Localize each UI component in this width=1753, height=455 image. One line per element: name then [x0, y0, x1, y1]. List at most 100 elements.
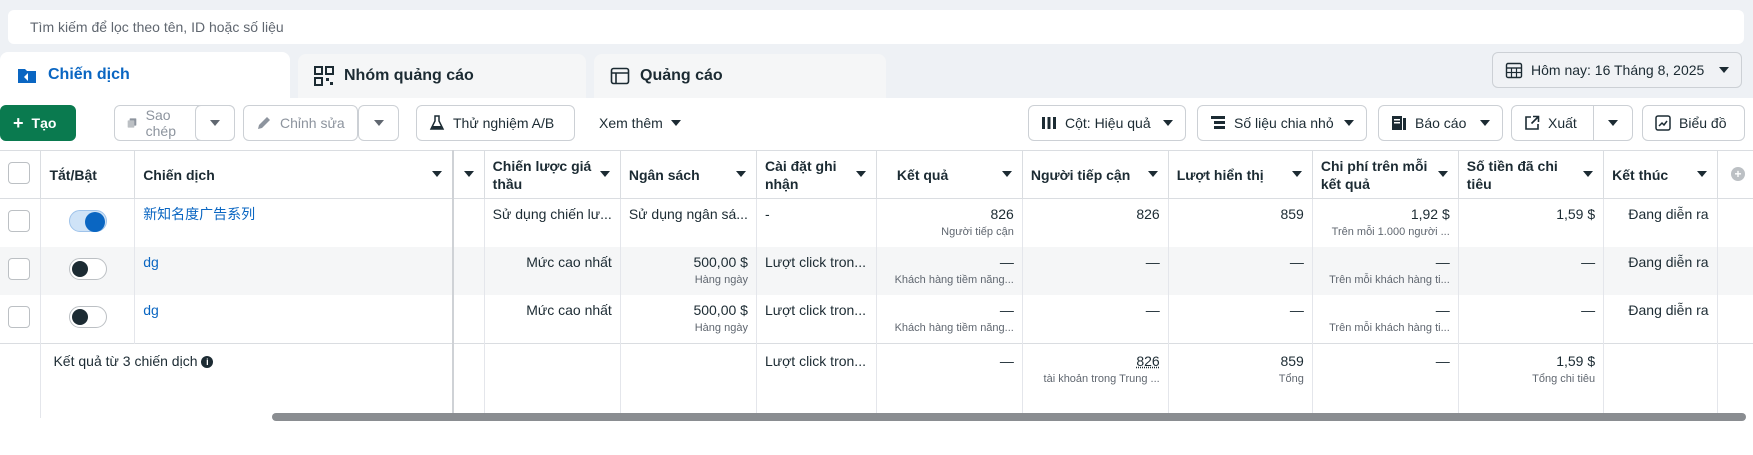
cost-per-result-sub: Trên mỗi khách hàng ti... — [1329, 274, 1450, 286]
chevron-down-icon[interactable] — [599, 171, 610, 177]
toggle-knob — [71, 261, 88, 277]
breakdown-button[interactable]: Số liệu chia nhỏ — [1197, 105, 1367, 141]
copy-icon — [127, 118, 137, 128]
row-checkbox[interactable] — [8, 306, 30, 328]
chevron-down-icon[interactable] — [1437, 171, 1448, 177]
col-attribution[interactable]: Cài đặt ghi nhận — [756, 150, 877, 199]
horizontal-scrollbar[interactable] — [272, 413, 1746, 421]
results-cell: 826 — [990, 206, 1014, 222]
cost-per-result-sub: Trên mỗi khách hàng ti... — [1329, 322, 1450, 334]
top-strip — [0, 0, 1753, 8]
summary-amount-spent: 1,59 $ — [1556, 353, 1596, 369]
reports-button[interactable]: Báo cáo — [1378, 105, 1503, 141]
columns-icon — [1042, 117, 1056, 129]
export-button[interactable]: Xuất — [1511, 105, 1633, 141]
col-reach-label: Người tiếp cận — [1030, 166, 1131, 183]
col-impressions[interactable]: Lượt hiển thị — [1168, 150, 1313, 199]
columns-button[interactable]: Cột: Hiệu quả — [1028, 105, 1186, 141]
reach-cell: — — [1145, 254, 1160, 270]
chart-label: Biểu đồ — [1679, 115, 1727, 131]
chevron-down-icon[interactable] — [432, 171, 443, 177]
budget-cell[interactable]: 500,00 $ — [629, 301, 748, 319]
tab-ads[interactable]: Quảng cáo — [594, 54, 886, 98]
select-all-cell — [0, 150, 42, 199]
col-toggle[interactable]: Tắt/Bật — [40, 150, 136, 199]
ab-test-button[interactable]: Thử nghiệm A/B — [416, 105, 575, 141]
edit-button[interactable]: Chỉnh sửa — [243, 105, 358, 141]
chevron-down-icon[interactable] — [1583, 171, 1594, 177]
chevron-down-icon[interactable] — [1147, 171, 1158, 177]
summary-reach-sub: tài khoản trong Trung ... — [1043, 373, 1160, 385]
toggle-knob — [84, 212, 105, 232]
budget-sub: Hàng ngày — [694, 274, 748, 286]
chevron-down-icon — [1608, 120, 1619, 126]
chevron-down-icon — [210, 120, 220, 126]
col-campaign[interactable]: Chiến dịch — [134, 150, 455, 199]
table-row[interactable]: dg Mức cao nhất 500,00 $ Hàng ngày Lượt c… — [0, 247, 1753, 295]
date-range-label: Hôm nay: 16 Tháng 8, 2025 — [1531, 62, 1705, 78]
export-dropdown[interactable] — [1594, 106, 1632, 140]
select-all-checkbox[interactable] — [8, 161, 30, 184]
chevron-down-icon[interactable] — [1696, 171, 1707, 177]
campaign-name-link[interactable]: 新知名度广告系列 — [143, 206, 255, 222]
edit-dropdown[interactable] — [358, 105, 399, 141]
chevron-down-icon[interactable] — [855, 171, 866, 177]
add-column-icon[interactable]: + — [1731, 167, 1745, 181]
campaign-toggle[interactable] — [68, 210, 107, 232]
campaign-toggle[interactable] — [68, 306, 107, 328]
campaign-toggle[interactable] — [68, 258, 107, 280]
edit-label: Chỉnh sửa — [280, 115, 345, 131]
table-row[interactable]: 新知名度广告系列 Sử dụng chiến lư... Sử dụng ngâ… — [0, 198, 1753, 247]
campaign-name-link[interactable]: dg — [143, 302, 159, 318]
col-bid-strategy-label: Chiến lược giá thầu — [492, 157, 592, 192]
chevron-down-icon[interactable] — [1001, 171, 1012, 177]
chevron-down-icon[interactable] — [735, 171, 746, 177]
attribution-cell: Lượt click tron... — [764, 254, 866, 270]
duplicate-dropdown[interactable] — [195, 105, 235, 141]
chevron-down-icon[interactable] — [463, 171, 474, 177]
report-icon — [1392, 116, 1406, 130]
chevron-down-icon[interactable] — [1291, 171, 1302, 177]
campaign-name-link[interactable]: dg — [143, 254, 159, 270]
chart-button[interactable]: Biểu đồ — [1642, 105, 1745, 141]
more-button[interactable]: Xem thêm — [587, 105, 697, 141]
search-input[interactable]: Tìm kiếm để lọc theo tên, ID hoặc số liệ… — [8, 10, 1744, 44]
grid-icon — [314, 66, 334, 86]
col-reach[interactable]: Người tiếp cận — [1022, 150, 1169, 199]
col-hidden[interactable] — [453, 150, 485, 199]
amount-spent-cell: — — [1581, 254, 1596, 270]
col-amount-spent[interactable]: Số tiền đã chi tiêu — [1458, 150, 1605, 199]
breakdown-label: Số liệu chia nhỏ — [1234, 115, 1334, 131]
cost-per-result-cell: 1,92 $ — [1410, 206, 1450, 222]
flask-icon — [429, 115, 445, 130]
chevron-down-icon — [373, 120, 384, 126]
budget-cell[interactable]: Sử dụng ngân sá... — [629, 205, 748, 223]
attribution-cell: - — [764, 206, 770, 222]
budget-cell[interactable]: 500,00 $ — [629, 253, 748, 271]
ends-cell: Đang diễn ra — [1628, 206, 1709, 222]
duplicate-label: Sao chép — [145, 107, 176, 139]
col-add[interactable]: + — [1717, 150, 1753, 199]
col-budget[interactable]: Ngân sách — [620, 150, 757, 199]
impressions-cell: 859 — [1280, 206, 1304, 222]
summary-amount-spent-sub: Tổng chi tiêu — [1532, 373, 1596, 385]
table-row[interactable]: dg Mức cao nhất 500,00 $ Hàng ngày Lượt c… — [0, 295, 1753, 344]
col-cost-per-result-label: Chi phí trên mỗi kết quả — [1320, 157, 1428, 192]
reach-cell: 826 — [1136, 206, 1160, 222]
row-checkbox[interactable] — [8, 210, 30, 232]
tab-ad-sets[interactable]: Nhóm quảng cáo — [298, 54, 586, 98]
chevron-down-icon — [1344, 120, 1354, 126]
info-icon[interactable]: i — [201, 356, 214, 369]
date-range-picker[interactable]: Hôm nay: 16 Tháng 8, 2025 — [1492, 52, 1742, 88]
cost-per-result-cell: — — [1435, 302, 1450, 318]
header-row: Tắt/Bật Chiến dịch Chiến lược giá thầu N… — [0, 150, 1753, 199]
row-checkbox[interactable] — [8, 258, 30, 280]
calendar-icon — [1505, 62, 1523, 79]
bid-strategy-cell: Mức cao nhất — [526, 302, 612, 318]
tab-campaigns[interactable]: Chiến dịch — [0, 52, 290, 98]
create-button[interactable]: + Tạo — [0, 105, 76, 141]
col-results[interactable]: Kết quả — [876, 150, 1023, 199]
col-cost-per-result[interactable]: Chi phí trên mỗi kết quả — [1312, 150, 1459, 199]
col-ends[interactable]: Kết thúc — [1603, 150, 1718, 199]
col-bid-strategy[interactable]: Chiến lược giá thầu — [484, 150, 621, 199]
